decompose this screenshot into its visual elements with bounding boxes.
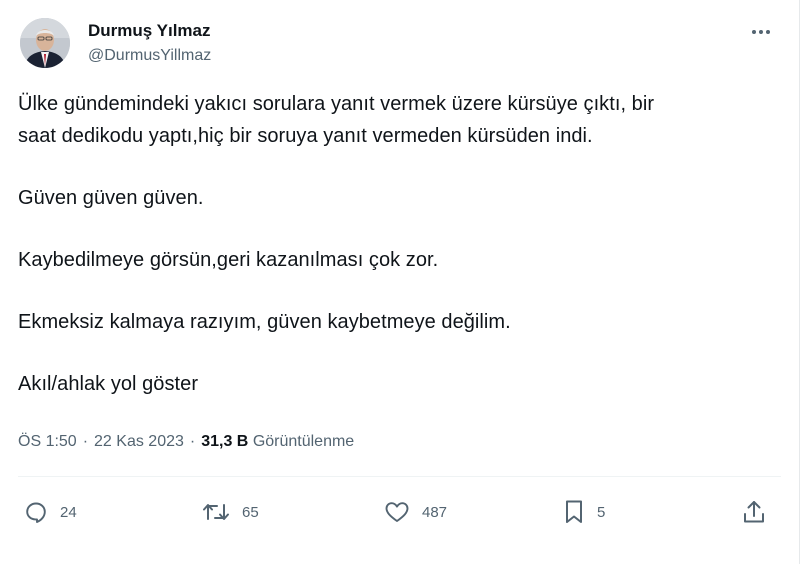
tweet-text: Ülke gündemindeki yakıcı sorulara yanıt … <box>18 88 778 400</box>
bookmark-count: 5 <box>597 503 606 521</box>
meta-separator: · <box>82 433 89 450</box>
retweet-count: 65 <box>242 503 259 521</box>
avatar-image <box>20 18 70 68</box>
reply-count: 24 <box>60 503 77 521</box>
author-handle[interactable]: @DurmusYillmaz <box>88 47 211 65</box>
more-icon <box>752 30 770 34</box>
tweet-line: Güven güven güven. <box>18 187 204 209</box>
more-options-button[interactable] <box>744 20 778 44</box>
tweet-date[interactable]: 22 Kas 2023 <box>94 433 184 450</box>
retweet-button[interactable]: 65 <box>202 497 259 527</box>
like-count: 487 <box>422 503 448 521</box>
like-icon <box>385 502 409 522</box>
share-icon <box>744 501 764 523</box>
share-button[interactable] <box>742 497 766 527</box>
bookmark-icon <box>566 500 582 523</box>
tweet-line: Akıl/ahlak yol göster <box>18 373 199 395</box>
retweet-icon <box>203 504 229 520</box>
reply-icon <box>26 502 46 523</box>
bookmark-button[interactable]: 5 <box>563 497 605 527</box>
views-label: Görüntülenme <box>252 433 355 450</box>
tweet-meta: ÖS 1:50 · 22 Kas 2023 · 31,3 B Görüntülenme <box>18 433 354 451</box>
reply-button[interactable]: 24 <box>24 497 77 527</box>
like-button[interactable]: 487 <box>384 497 447 527</box>
tweet-paragraph: Ekmeksiz kalmaya razıyım, güven kaybetme… <box>18 306 778 338</box>
tweet-line: Kaybedilmeye görsün,geri kazanılması çok… <box>18 249 439 271</box>
tweet-time[interactable]: ÖS 1:50 <box>18 433 77 450</box>
avatar[interactable] <box>20 18 70 68</box>
tweet-line: saat dedikodu yaptı,hiç bir soruya yanıt… <box>18 125 593 147</box>
tweet-paragraph: Kaybedilmeye görsün,geri kazanılması çok… <box>18 244 778 276</box>
author-name[interactable]: Durmuş Yılmaz <box>88 21 211 41</box>
views-count: 31,3 B <box>201 433 249 450</box>
tweet-paragraph: Ülke gündemindeki yakıcı sorulara yanıt … <box>18 88 778 152</box>
tweet-paragraph: Akıl/ahlak yol göster <box>18 368 778 400</box>
divider <box>18 476 781 477</box>
tweet-line: Ülke gündemindeki yakıcı sorulara yanıt … <box>18 93 655 115</box>
meta-separator: · <box>189 433 196 450</box>
tweet-line: Ekmeksiz kalmaya razıyım, güven kaybetme… <box>18 311 511 333</box>
tweet-paragraph: Güven güven güven. <box>18 182 778 214</box>
tweet-card: Durmuş Yılmaz @DurmusYillmaz Ülke gündem… <box>0 0 800 564</box>
